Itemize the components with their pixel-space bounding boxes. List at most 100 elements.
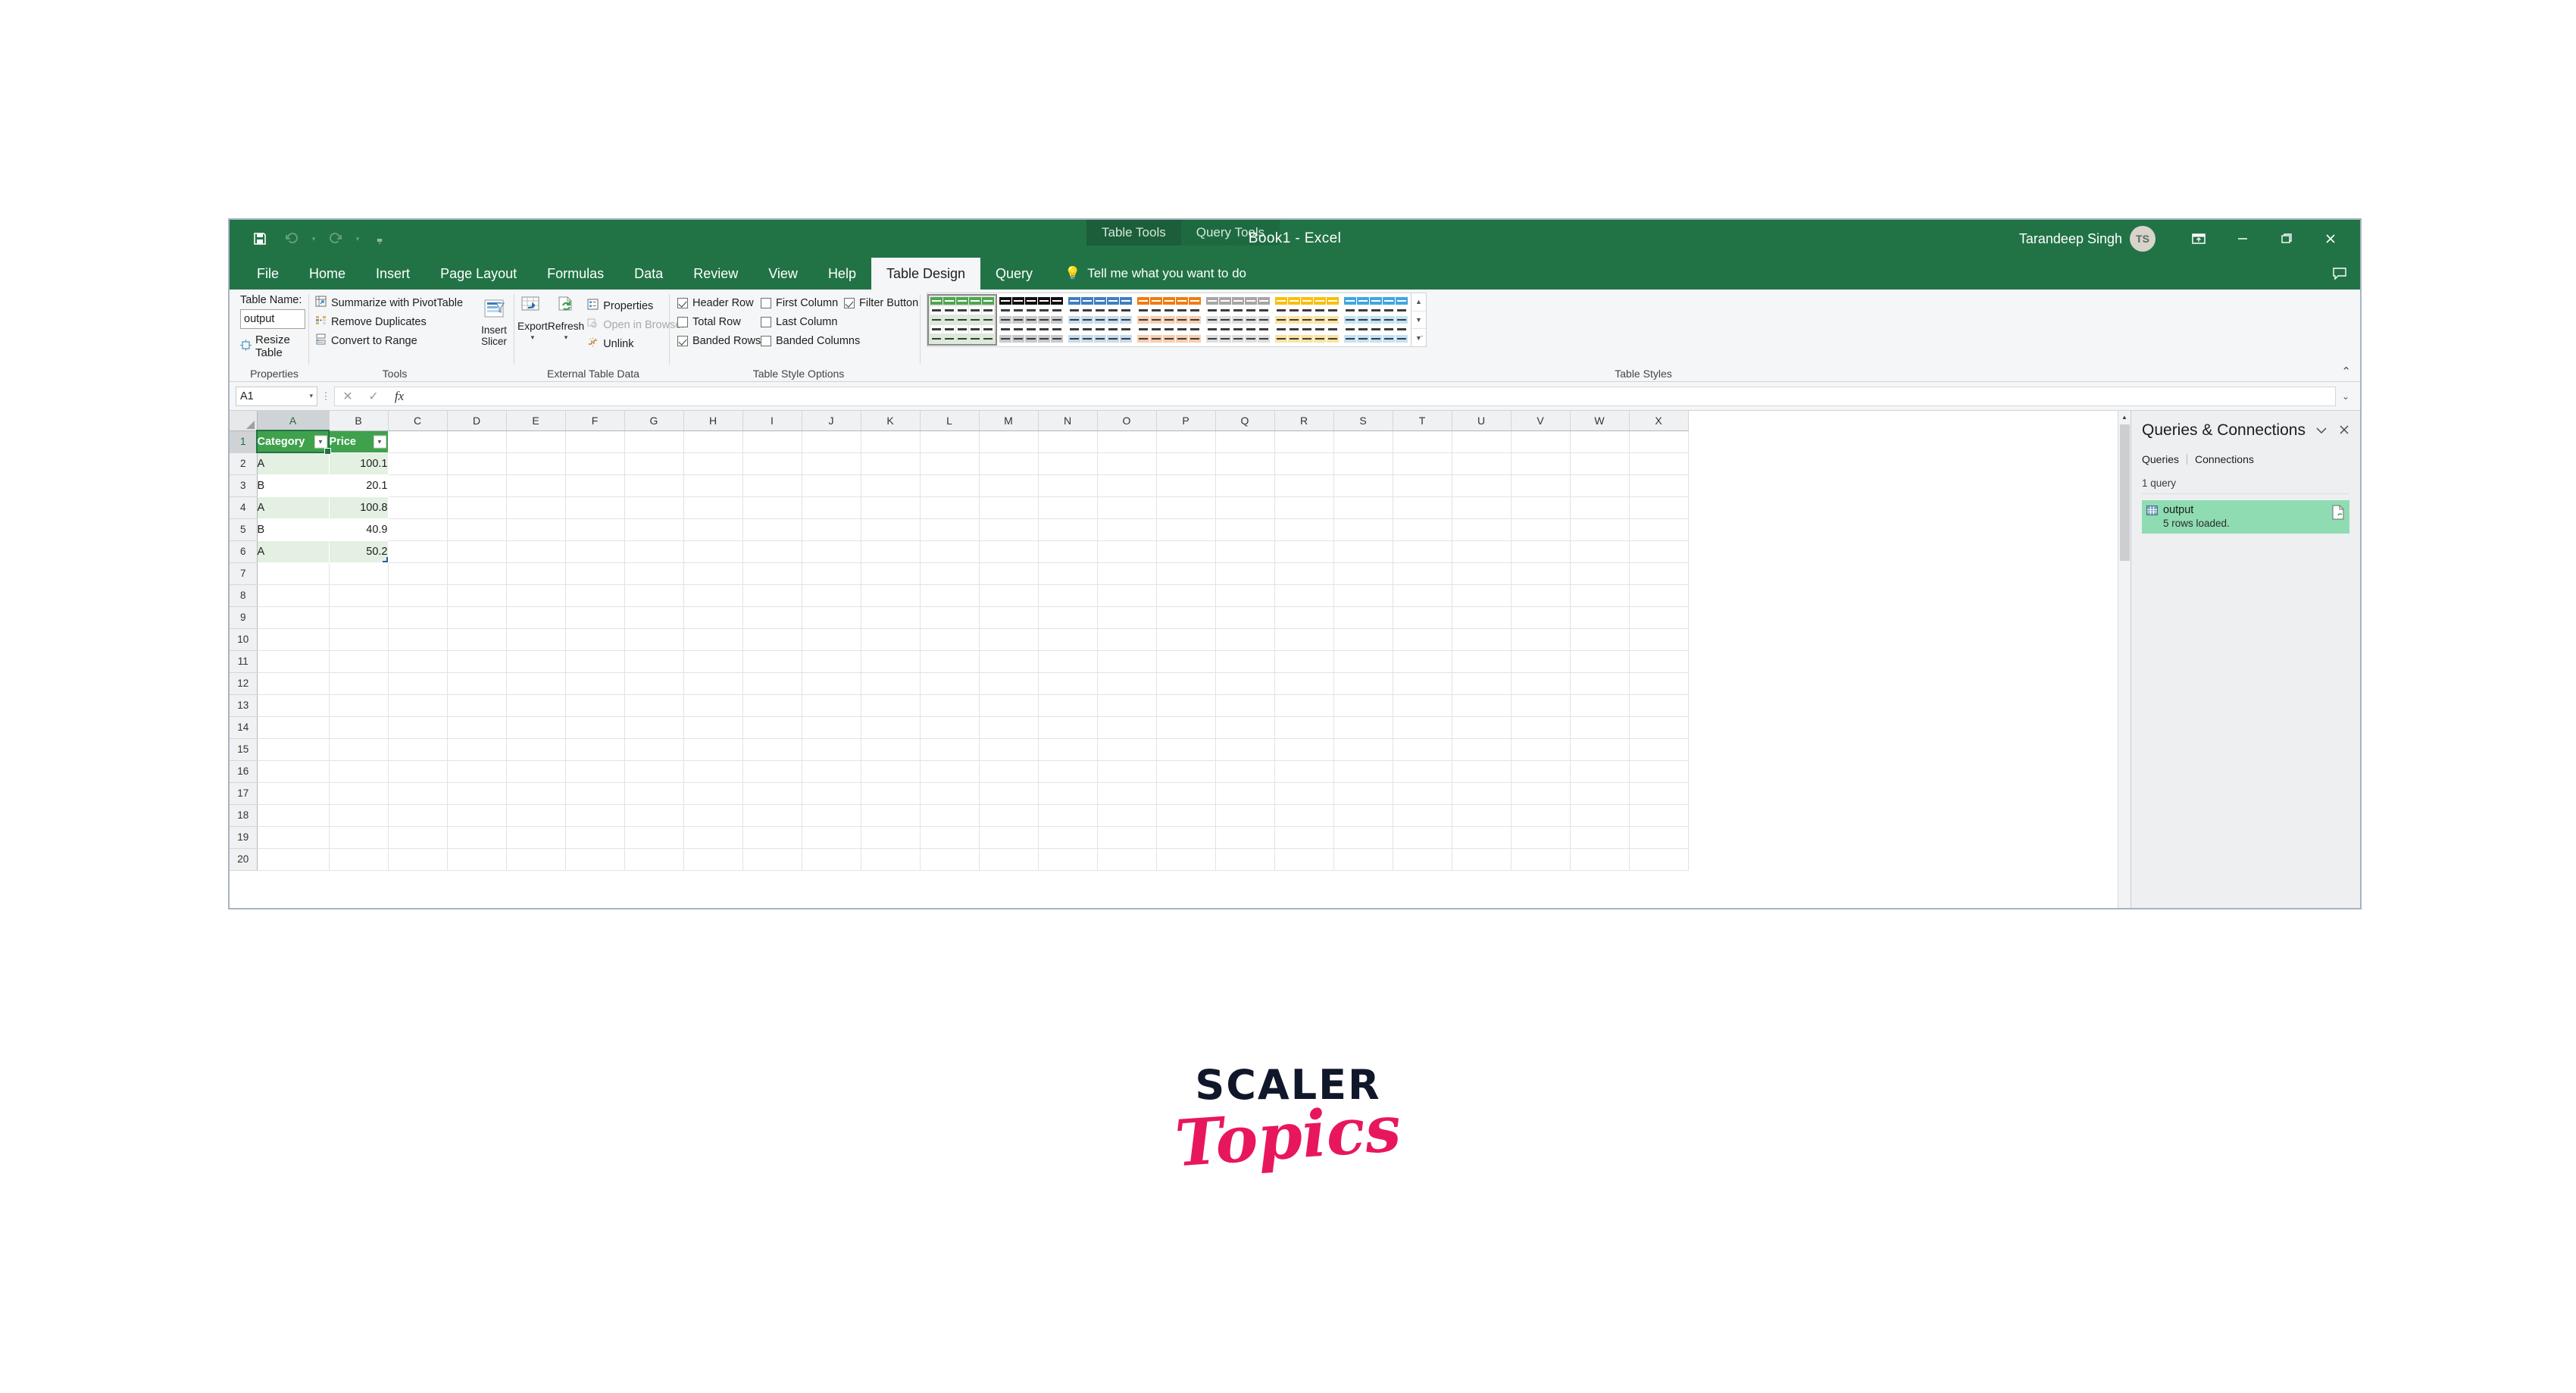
cell-E6[interactable] xyxy=(506,540,566,563)
cell-J3[interactable] xyxy=(802,474,861,497)
cell-X18[interactable] xyxy=(1629,804,1689,827)
cell-P2[interactable] xyxy=(1156,452,1216,475)
cell-J6[interactable] xyxy=(802,540,861,563)
cell-A19[interactable] xyxy=(257,826,330,849)
cell-I20[interactable] xyxy=(742,848,802,871)
cell-O16[interactable] xyxy=(1097,760,1157,783)
cell-L13[interactable] xyxy=(920,694,980,717)
cell-M18[interactable] xyxy=(979,804,1039,827)
cell-S8[interactable] xyxy=(1333,584,1393,607)
cell-S7[interactable] xyxy=(1333,562,1393,585)
cell-U16[interactable] xyxy=(1452,760,1512,783)
cell-G1[interactable] xyxy=(624,430,684,453)
cell-V4[interactable] xyxy=(1511,496,1571,519)
cell-I17[interactable] xyxy=(742,782,802,805)
formula-input[interactable] xyxy=(412,386,2336,406)
cell-V14[interactable] xyxy=(1511,716,1571,739)
row-header-6[interactable]: 6 xyxy=(230,540,258,563)
cell-E17[interactable] xyxy=(506,782,566,805)
minimize-icon[interactable] xyxy=(2221,220,2265,258)
cell-Q8[interactable] xyxy=(1215,584,1275,607)
cell-K8[interactable] xyxy=(861,584,921,607)
column-header-U[interactable]: U xyxy=(1452,411,1512,431)
cell-V1[interactable] xyxy=(1511,430,1571,453)
cell-P19[interactable] xyxy=(1156,826,1216,849)
cell-B9[interactable] xyxy=(329,606,389,629)
cell-L3[interactable] xyxy=(920,474,980,497)
cell-F14[interactable] xyxy=(565,716,625,739)
cell-N5[interactable] xyxy=(1038,518,1098,541)
refresh-button[interactable]: Refresh ▾ xyxy=(548,296,584,341)
cell-L9[interactable] xyxy=(920,606,980,629)
cell-V12[interactable] xyxy=(1511,672,1571,695)
cell-U17[interactable] xyxy=(1452,782,1512,805)
column-header-P[interactable]: P xyxy=(1156,411,1216,431)
chevron-down-icon[interactable] xyxy=(2315,425,2328,437)
cell-S13[interactable] xyxy=(1333,694,1393,717)
cell-Q15[interactable] xyxy=(1215,738,1275,761)
collapse-ribbon-icon[interactable]: ⌃ xyxy=(2341,365,2351,378)
cell-I15[interactable] xyxy=(742,738,802,761)
last-column-checkbox-box[interactable] xyxy=(761,316,771,327)
cell-H20[interactable] xyxy=(683,848,743,871)
cell-D20[interactable] xyxy=(447,848,507,871)
cell-S5[interactable] xyxy=(1333,518,1393,541)
cell-D6[interactable] xyxy=(447,540,507,563)
cell-C8[interactable] xyxy=(388,584,448,607)
column-header-S[interactable]: S xyxy=(1333,411,1393,431)
query-preview-icon[interactable] xyxy=(2331,505,2345,524)
cell-A17[interactable] xyxy=(257,782,330,805)
cell-M9[interactable] xyxy=(979,606,1039,629)
scroll-up-icon[interactable]: ▲ xyxy=(1411,293,1426,311)
cell-M11[interactable] xyxy=(979,650,1039,673)
cell-T15[interactable] xyxy=(1393,738,1452,761)
cell-F8[interactable] xyxy=(565,584,625,607)
cell-C6[interactable] xyxy=(388,540,448,563)
cell-F1[interactable] xyxy=(565,430,625,453)
cell-O14[interactable] xyxy=(1097,716,1157,739)
cell-B15[interactable] xyxy=(329,738,389,761)
cell-K9[interactable] xyxy=(861,606,921,629)
cell-S6[interactable] xyxy=(1333,540,1393,563)
cell-N15[interactable] xyxy=(1038,738,1098,761)
cell-Q3[interactable] xyxy=(1215,474,1275,497)
cell-V20[interactable] xyxy=(1511,848,1571,871)
table-resize-handle[interactable] xyxy=(383,557,388,562)
cell-O3[interactable] xyxy=(1097,474,1157,497)
cell-L5[interactable] xyxy=(920,518,980,541)
tab-view[interactable]: View xyxy=(753,258,813,290)
cell-V15[interactable] xyxy=(1511,738,1571,761)
comments-icon[interactable] xyxy=(2331,258,2348,290)
cell-D11[interactable] xyxy=(447,650,507,673)
cell-X3[interactable] xyxy=(1629,474,1689,497)
avatar[interactable]: TS xyxy=(2130,226,2156,252)
cell-N3[interactable] xyxy=(1038,474,1098,497)
cell-K3[interactable] xyxy=(861,474,921,497)
cell-D18[interactable] xyxy=(447,804,507,827)
cell-G13[interactable] xyxy=(624,694,684,717)
checkbox-header-row[interactable]: Header Row xyxy=(677,293,761,312)
table-style-swatch-orange-style[interactable] xyxy=(1136,296,1202,344)
row-header-8[interactable]: 8 xyxy=(230,584,258,607)
cell-W10[interactable] xyxy=(1570,628,1630,651)
cell-B20[interactable] xyxy=(329,848,389,871)
cell-J2[interactable] xyxy=(802,452,861,475)
cell-K6[interactable] xyxy=(861,540,921,563)
cell-K19[interactable] xyxy=(861,826,921,849)
cell-D2[interactable] xyxy=(447,452,507,475)
column-header-L[interactable]: L xyxy=(920,411,980,431)
cell-R6[interactable] xyxy=(1274,540,1334,563)
cell-R10[interactable] xyxy=(1274,628,1334,651)
cell-G17[interactable] xyxy=(624,782,684,805)
cell-C5[interactable] xyxy=(388,518,448,541)
cell-B12[interactable] xyxy=(329,672,389,695)
cell-H3[interactable] xyxy=(683,474,743,497)
cell-O7[interactable] xyxy=(1097,562,1157,585)
cell-F4[interactable] xyxy=(565,496,625,519)
cell-G5[interactable] xyxy=(624,518,684,541)
column-header-E[interactable]: E xyxy=(506,411,566,431)
row-header-1[interactable]: 1 xyxy=(230,430,258,453)
cell-Q14[interactable] xyxy=(1215,716,1275,739)
cell-K20[interactable] xyxy=(861,848,921,871)
cell-L16[interactable] xyxy=(920,760,980,783)
